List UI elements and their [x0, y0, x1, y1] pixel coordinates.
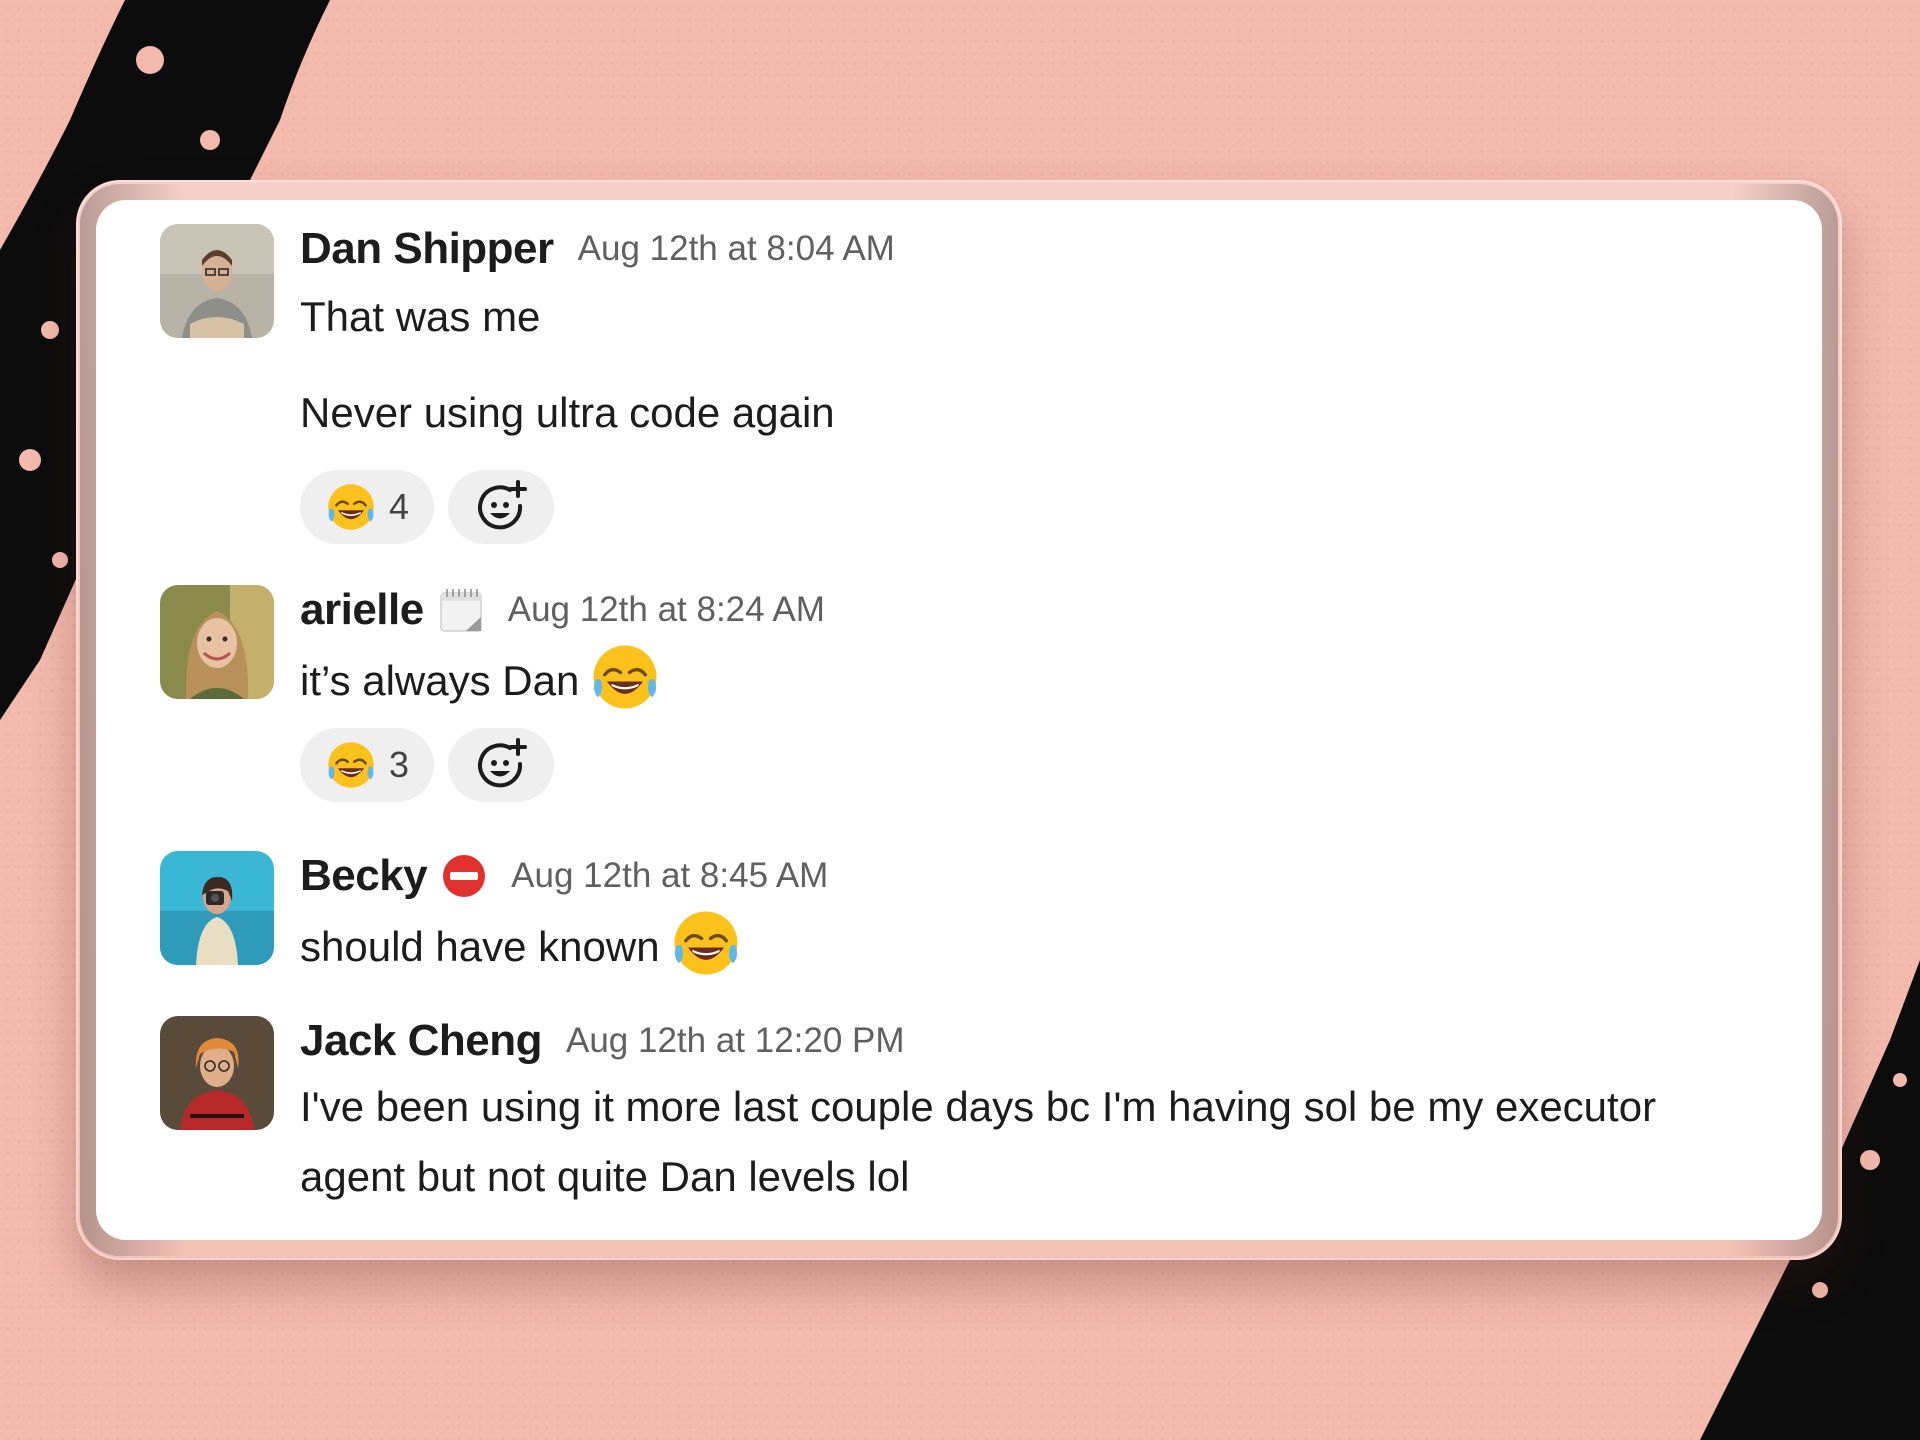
message-text: That was me: [300, 293, 541, 340]
reaction-count: 4: [388, 486, 410, 527]
reaction-bar: 4: [300, 470, 1782, 544]
no-entry-icon[interactable]: [441, 853, 487, 899]
add-reaction-icon: [474, 480, 528, 534]
calendar-icon[interactable]: [438, 587, 484, 633]
timestamp[interactable]: Aug 12th at 8:04 AM: [578, 229, 895, 269]
reaction-joy-button[interactable]: 4: [300, 470, 434, 544]
message-text: it’s always Dan: [300, 641, 1782, 716]
author-name[interactable]: Becky: [300, 851, 428, 901]
message-list: Dan Shipper Aug 12th at 8:04 AM That was…: [96, 200, 1822, 1240]
reaction-joy-button[interactable]: 3: [300, 728, 434, 802]
message-text: should have known: [300, 907, 1782, 982]
joy-emoji-icon: [325, 739, 377, 791]
joy-emoji-icon: [325, 481, 377, 533]
message-text: I've been using it more last couple days…: [300, 1083, 1657, 1130]
add-reaction-button[interactable]: [448, 728, 554, 802]
avatar[interactable]: [160, 851, 274, 965]
reaction-count: 3: [388, 744, 410, 785]
message-panel-frame: Dan Shipper Aug 12th at 8:04 AM That was…: [76, 180, 1842, 1260]
timestamp[interactable]: Aug 12th at 8:45 AM: [511, 856, 828, 896]
message-text-content: should have known: [300, 923, 660, 970]
avatar[interactable]: [160, 224, 274, 338]
message-text: Never using ultra code again: [300, 389, 835, 436]
reaction-bar: 3: [300, 728, 1782, 802]
message-text: agent but not quite Dan levels lol: [300, 1153, 910, 1200]
joy-emoji-icon: [589, 641, 661, 713]
add-reaction-button[interactable]: [448, 470, 554, 544]
message-text-content: it’s always Dan: [300, 657, 580, 704]
author-name[interactable]: Jack Cheng: [300, 1016, 542, 1066]
timestamp[interactable]: Aug 12th at 8:24 AM: [508, 590, 825, 630]
avatar[interactable]: [160, 1016, 274, 1130]
add-reaction-icon: [474, 738, 528, 792]
author-name[interactable]: Dan Shipper: [300, 224, 554, 274]
author-name[interactable]: arielle: [300, 585, 424, 635]
joy-emoji-icon: [670, 907, 742, 979]
avatar[interactable]: [160, 585, 274, 699]
timestamp[interactable]: Aug 12th at 12:20 PM: [566, 1021, 905, 1061]
